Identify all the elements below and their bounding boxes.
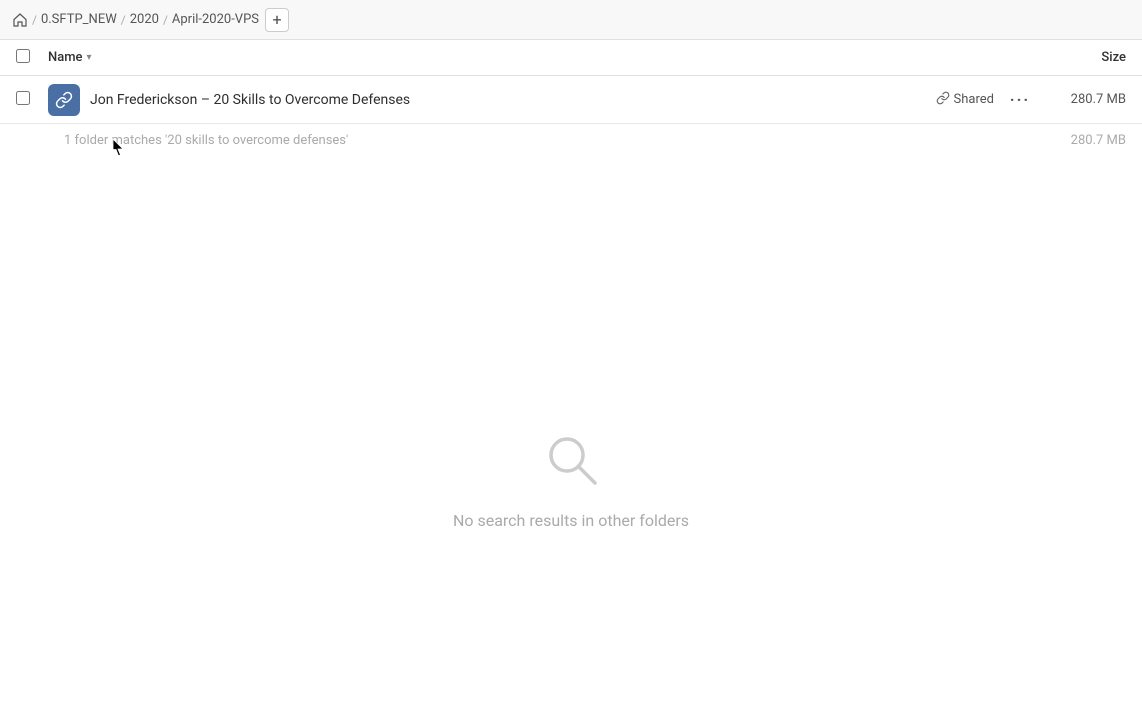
file-name: Jon Frederickson – 20 Skills to Overcome…	[90, 92, 936, 108]
column-header-row: Name ▾ Size	[0, 40, 1142, 76]
select-all-checkbox[interactable]	[16, 49, 30, 63]
no-results-search-icon	[539, 427, 603, 495]
separator-2: /	[121, 13, 126, 27]
separator-3: /	[163, 13, 168, 27]
name-column-header[interactable]: Name ▾	[48, 50, 1026, 65]
results-count-row: 1 folder matches '20 skills to overcome …	[0, 124, 1142, 156]
no-results-text: No search results in other folders	[453, 511, 689, 530]
file-row[interactable]: Jon Frederickson – 20 Skills to Overcome…	[0, 76, 1142, 124]
separator-1: /	[32, 13, 37, 27]
main-content: Name ▾ Size Jon Frederickson – 20 Skills…	[0, 40, 1142, 720]
breadcrumb-2020[interactable]: 2020	[130, 12, 159, 27]
folder-icon	[48, 84, 80, 116]
file-checkbox-area[interactable]	[16, 91, 40, 109]
file-checkbox[interactable]	[16, 91, 30, 105]
name-header-label: Name	[48, 50, 83, 65]
more-options-icon: ···	[1010, 90, 1030, 109]
add-tab-button[interactable]: +	[265, 8, 289, 32]
file-size: 280.7 MB	[1046, 92, 1126, 107]
results-count-text: 1 folder matches '20 skills to overcome …	[64, 133, 1046, 148]
link-icon	[936, 91, 950, 109]
shared-area: Shared	[936, 91, 994, 109]
breadcrumb-bar: / 0.SFTP_NEW / 2020 / April-2020-VPS +	[0, 0, 1142, 40]
results-count-size: 280.7 MB	[1046, 133, 1126, 148]
select-all-checkbox-area[interactable]	[16, 49, 40, 67]
home-breadcrumb[interactable]	[12, 12, 28, 28]
breadcrumb-april-vps[interactable]: April-2020-VPS	[172, 12, 259, 27]
breadcrumb-sftp-new[interactable]: 0.SFTP_NEW	[41, 12, 117, 27]
size-column-header[interactable]: Size	[1026, 50, 1126, 65]
more-options-button[interactable]: ···	[1006, 86, 1034, 114]
shared-label: Shared	[954, 92, 994, 107]
sort-chevron-icon: ▾	[87, 52, 92, 63]
no-results-area: No search results in other folders	[0, 156, 1142, 720]
